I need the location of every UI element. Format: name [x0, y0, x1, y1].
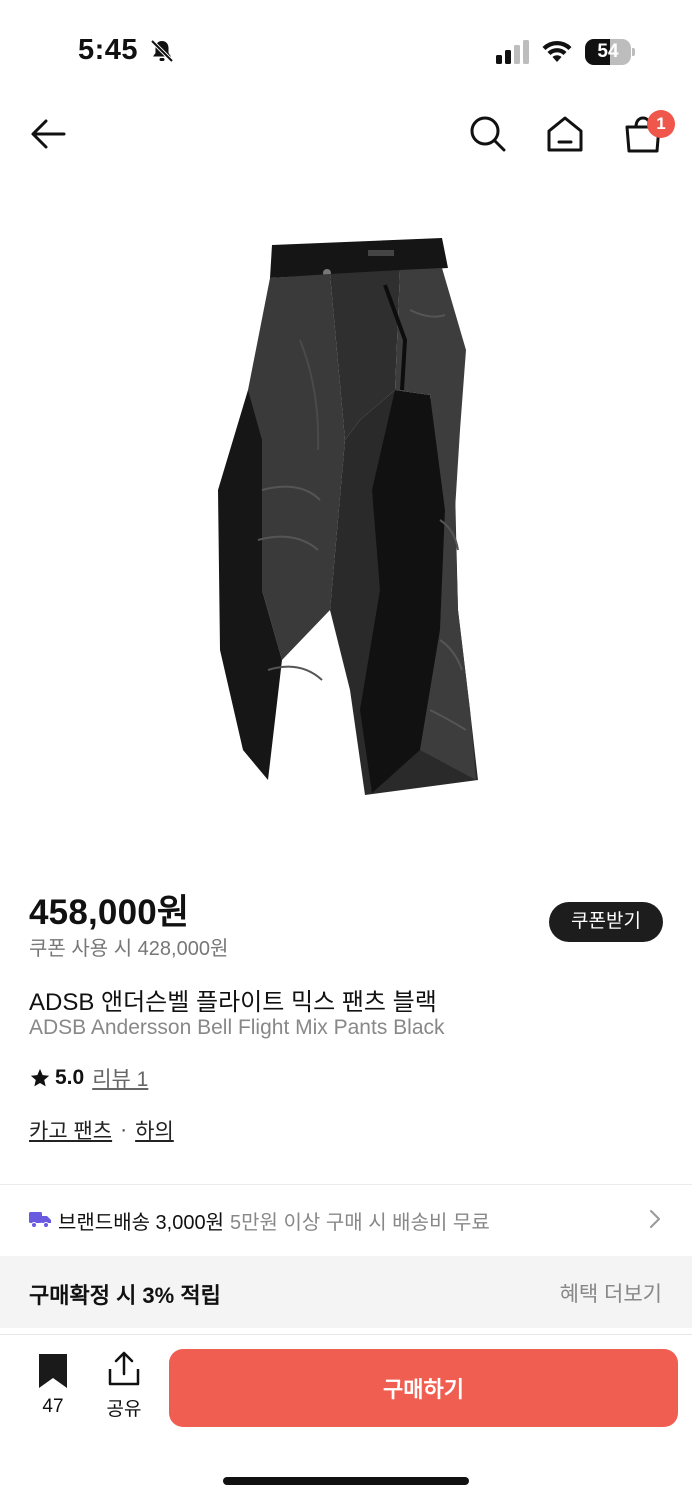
get-coupon-button[interactable]: 쿠폰받기 — [549, 902, 663, 942]
share-icon — [108, 1351, 140, 1386]
benefit-more-link[interactable]: 혜택 더보기 — [560, 1278, 662, 1308]
rating-score: 5.0 — [55, 1066, 85, 1089]
shipping-condition: 5만원 이상 구매 시 배송비 무료 — [230, 1212, 490, 1234]
share-button[interactable]: 공유 — [100, 1351, 148, 1420]
home-indicator — [223, 1477, 469, 1485]
bottom-action-bar: 47 공유 구매하기 — [0, 1334, 692, 1501]
chevron-right-icon — [650, 1210, 660, 1228]
status-bar: 5:45 54 — [0, 0, 692, 100]
bell-slash-icon — [150, 39, 174, 63]
category-link-bottoms[interactable]: 하의 — [135, 1115, 174, 1145]
top-nav — [0, 100, 692, 170]
bookmark-button[interactable]: 47 — [28, 1353, 78, 1417]
battery-level: 54 — [597, 41, 619, 62]
bookmark-icon — [39, 1354, 67, 1388]
battery-icon: 54 — [585, 39, 635, 65]
shipping-fee: 브랜드배송 3,000원 — [58, 1212, 225, 1234]
shipping-info-row[interactable]: 브랜드배송 3,000원 5만원 이상 구매 시 배송비 무료 — [0, 1186, 692, 1254]
search-icon[interactable] — [466, 112, 510, 156]
star-icon — [30, 1068, 50, 1087]
product-name-english: ADSB Andersson Bell Flight Mix Pants Bla… — [29, 1016, 445, 1039]
status-time: 5:45 — [78, 34, 139, 66]
buy-button[interactable]: 구매하기 — [169, 1349, 678, 1427]
home-icon[interactable] — [543, 112, 587, 156]
review-link[interactable]: 리뷰 1 — [92, 1063, 148, 1093]
benefit-label: 구매확정 시 3% 적립 — [29, 1283, 221, 1308]
product-price: 458,000원 — [29, 893, 190, 932]
divider — [0, 1184, 692, 1185]
truck-icon — [29, 1212, 51, 1228]
product-image[interactable] — [0, 190, 692, 850]
back-arrow-icon[interactable] — [26, 112, 70, 156]
product-name-korean: ADSB 앤더슨벨 플라이트 믹스 팬츠 블랙 — [29, 989, 437, 1016]
signal-icon — [496, 40, 529, 64]
coupon-price: 쿠폰 사용 시 428,000원 — [29, 938, 229, 960]
cart-count-badge: 1 — [647, 110, 675, 138]
product-rating: 5.0 리뷰 1 — [29, 1064, 148, 1092]
category-link-cargo-pants[interactable]: 카고 팬츠 — [29, 1115, 112, 1145]
category-separator: · — [120, 1118, 128, 1141]
share-label: 공유 — [106, 1399, 142, 1420]
bookmark-count: 47 — [42, 1396, 64, 1417]
wifi-icon — [542, 40, 572, 62]
benefit-row: 구매확정 시 3% 적립 혜택 더보기 — [0, 1256, 692, 1328]
category-breadcrumb: 카고 팬츠 · 하의 — [29, 1115, 174, 1145]
